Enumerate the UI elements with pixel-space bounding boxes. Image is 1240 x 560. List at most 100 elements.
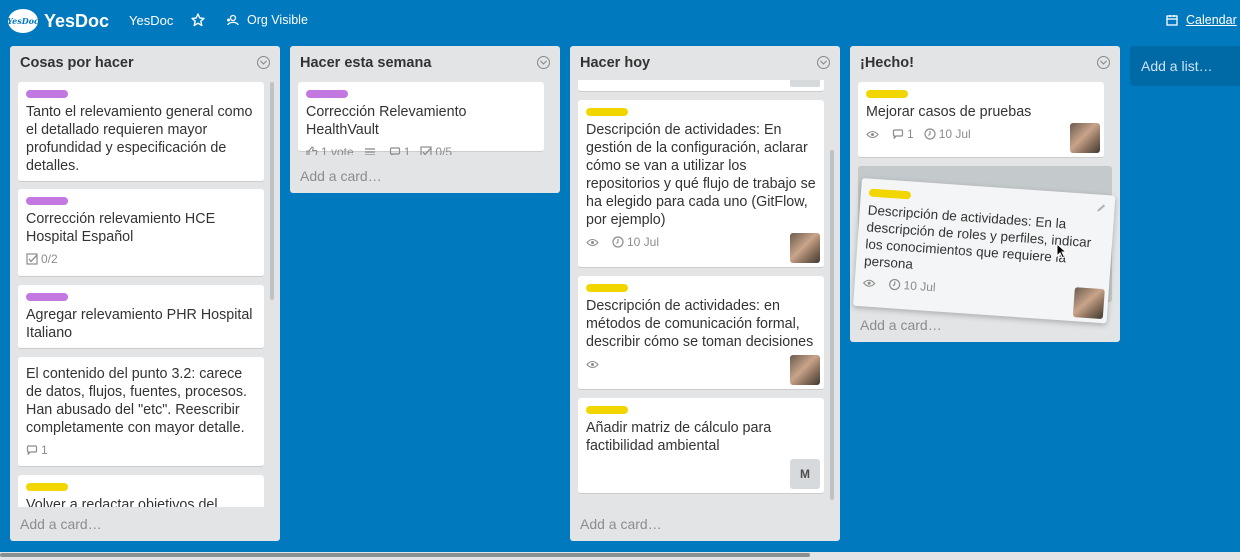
card[interactable]: Corrección relevamiento HCE Hospital Esp… [18,189,264,277]
description-badge [364,147,379,155]
card-badges [586,355,816,373]
comment-icon [892,128,904,139]
list-header: Hacer hoy [570,46,840,80]
due-date: 10 Jul [903,278,937,295]
board-scrollbar-thumb[interactable] [0,553,810,557]
member-avatar[interactable] [790,355,820,385]
calendar-button[interactable]: Calendar [1166,13,1237,27]
list-scrollbar[interactable] [270,82,274,300]
list-menu-icon[interactable] [537,56,550,69]
card-title: Corrección relevamiento HCE Hospital Esp… [26,211,216,245]
dragged-card[interactable]: Descripción de actividades: En la descri… [853,178,1116,324]
comment-count: 1 [907,127,914,141]
list-header: ¡Hecho! [850,46,1120,80]
card[interactable]: Mejorar casos de pruebas 1 10 Jul [858,82,1104,158]
add-list-button[interactable]: Add a list… [1130,46,1240,86]
card-title: Tanto el relevamiento general como el de… [26,104,253,174]
label-purple [26,293,68,301]
card-badges: 1 vote 1 0/5 [306,143,536,155]
member-avatar[interactable] [1072,287,1105,320]
member-avatar[interactable] [1070,123,1100,153]
comment-icon [389,146,400,155]
card-title: Corrección Relevamiento HealthVault [306,104,467,138]
card-title: El contenido del punto 3.2: carece de da… [26,366,247,436]
list-menu-icon[interactable] [1097,56,1110,69]
cursor-icon [1056,243,1068,259]
due-date: 10 Jul [627,235,660,249]
comment-badge: 1 [892,127,914,141]
checklist-badge: 0/5 [420,145,452,155]
list-menu-icon[interactable] [257,56,270,69]
logo-badge: YesDoc [7,9,39,33]
card-badges: 0/2 [26,250,256,268]
app-logo[interactable]: YesDoc YesDoc [7,9,109,33]
watch-badge [866,130,882,139]
card[interactable]: ··· [578,80,824,92]
label-yellow [586,108,628,116]
due-badge: 10 Jul [924,127,971,141]
add-card-button[interactable]: Add a card… [20,516,102,532]
list-title[interactable]: ¡Hecho! [860,55,914,71]
vote-count: 1 vote [321,145,354,155]
add-card-button[interactable]: Add a card… [860,317,942,333]
list-title[interactable]: Hacer esta semana [300,55,431,71]
card-badges: 1 10 Jul [866,125,1096,143]
description-icon [364,147,375,155]
checklist-icon [26,253,38,265]
card[interactable]: Añadir matriz de cálculo para factibilid… [578,398,824,494]
card-badges: 10 Jul [586,233,816,251]
card[interactable]: Corrección Relevamiento HealthVault 1 vo… [298,82,544,155]
card[interactable]: Descripción de actividades: en métodos d… [578,276,824,390]
card[interactable]: Agregar relevamiento PHR Hospital Italia… [18,285,264,349]
thumbs-up-icon [306,146,318,155]
list-menu-icon[interactable] [817,56,830,69]
list-title[interactable]: Cosas por hacer [20,55,134,71]
card[interactable]: Descripción de actividades: En gestión d… [578,100,824,268]
watch-badge [586,238,602,247]
label-purple [26,197,68,205]
label-yellow [586,284,628,292]
member-initial-avatar[interactable]: M [790,459,820,489]
label-yellow [26,483,68,491]
list-header: Hacer esta semana [290,46,560,80]
eye-icon [586,238,599,246]
card-title: Agregar relevamiento PHR Hospital Italia… [26,307,253,341]
eye-icon [862,279,876,287]
visibility-button[interactable]: Org Visible [226,13,308,27]
clock-icon [924,128,936,140]
card[interactable]: Tanto el relevamiento general como el de… [18,82,264,182]
card-title: Volver a redactar objetivos del [26,497,218,507]
card[interactable]: El contenido del punto 3.2: carece de da… [18,357,264,467]
card-title: Descripción de actividades: en métodos d… [586,298,814,350]
watch-badge [862,278,879,288]
card-title: Descripción de actividades: En la descri… [863,202,1092,272]
add-card-button[interactable]: Add a card… [300,168,382,184]
comment-count: 1 [403,145,411,155]
due-badge: 10 Jul [888,277,936,294]
card-title: Descripción de actividades: En gestión d… [586,122,816,228]
list-hacer-esta-semana: Hacer esta semana Corrección Relevamient… [290,46,560,193]
board-name[interactable]: YesDoc [129,13,173,28]
card[interactable]: Volver a redactar objetivos del [18,475,264,507]
card-title: Añadir matriz de cálculo para factibilid… [586,420,772,454]
comment-badge: 1 [26,443,48,457]
pencil-icon[interactable] [1095,202,1107,214]
list-title[interactable]: Hacer hoy [580,55,650,71]
add-card-button[interactable]: Add a card… [580,516,662,532]
due-badge: 10 Jul [612,235,659,249]
calendar-icon [1166,15,1178,26]
label-purple [306,90,348,98]
clock-icon [889,278,901,291]
label-yellow [586,406,628,414]
star-icon[interactable] [191,13,205,27]
list-scrollbar[interactable] [830,150,834,500]
due-date: 10 Jul [938,127,971,141]
card-badges: 1 [26,441,256,459]
comment-icon [26,444,38,455]
comment-count: 1 [41,443,48,457]
more-icon[interactable]: ··· [790,80,820,87]
member-avatar[interactable] [790,233,820,263]
card-container: Tanto el relevamiento general como el de… [10,80,280,507]
checklist-icon [420,146,432,155]
list-cosas-por-hacer: Cosas por hacer Tanto el relevamiento ge… [10,46,280,541]
